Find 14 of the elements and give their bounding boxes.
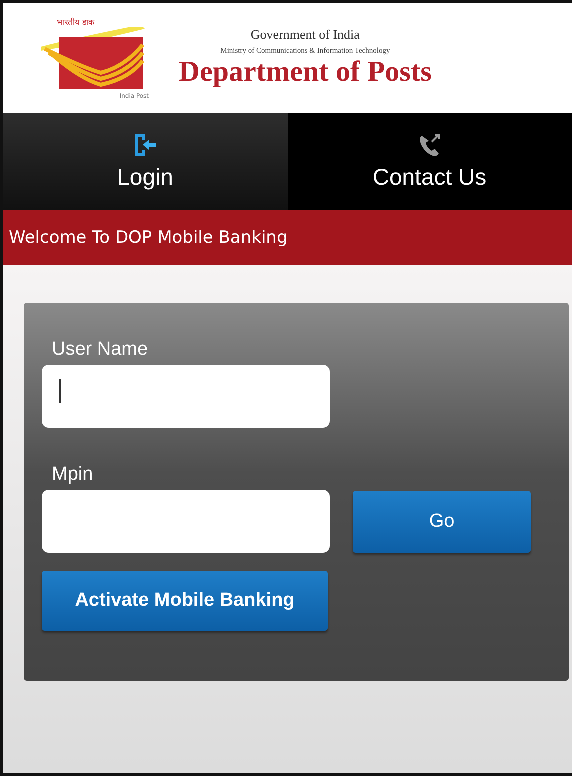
input-field[interactable] bbox=[42, 490, 330, 553]
logo-text: भारतीय डाक bbox=[57, 16, 95, 27]
tab[interactable]: Login bbox=[3, 113, 288, 210]
input-field[interactable] bbox=[42, 365, 330, 428]
header-title: Department of Posts bbox=[179, 56, 432, 89]
field-label: User Name bbox=[52, 339, 150, 361]
header-subtitle: Government of India bbox=[250, 27, 360, 43]
go-button[interactable]: Go bbox=[353, 490, 531, 552]
tab[interactable]: Contact Us bbox=[288, 113, 572, 210]
activate-button[interactable]: Activate Mobile Banking bbox=[42, 571, 328, 631]
field-label: Mpin bbox=[52, 464, 94, 486]
login-icon bbox=[133, 132, 158, 158]
welcome-text: Welcome To DOP Mobile Banking bbox=[9, 228, 288, 248]
phone-icon bbox=[418, 132, 442, 158]
